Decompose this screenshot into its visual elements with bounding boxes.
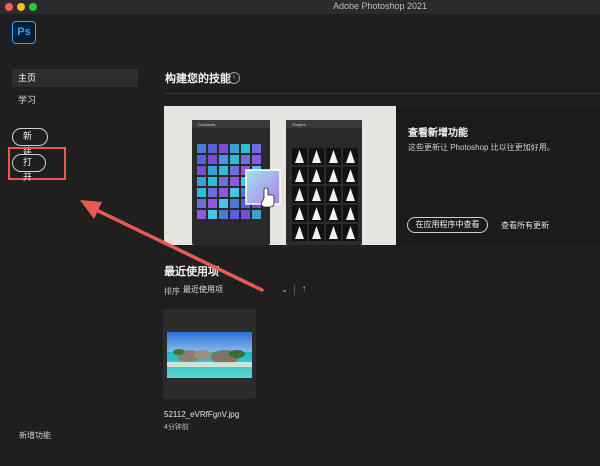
whats-new-card: Gradients Shapes 查看新增功能 这些更新让 Photoshop … [164, 106, 600, 245]
window-titlebar: Adobe Photoshop 2021 [0, 0, 600, 15]
gradients-panel-title: Gradients [198, 122, 215, 127]
sidebar-item-learn[interactable]: 学习 [12, 91, 138, 109]
whats-new-heading: 查看新增功能 [408, 128, 468, 139]
whats-new-link[interactable]: 新增功能 [19, 430, 51, 441]
feature-preview-image: Gradients Shapes [164, 106, 396, 245]
beach-image-thumbnail [167, 332, 252, 378]
whats-new-description: 这些更新让 Photoshop 比以往更加好用。 [408, 143, 555, 152]
sort-ascending-icon[interactable]: ↑ [302, 284, 306, 293]
info-icon[interactable]: i [228, 72, 240, 84]
feature-preview-illustration: Gradients Shapes [164, 106, 396, 245]
window-title: Adobe Photoshop 2021 [332, 1, 428, 11]
sort-dropdown[interactable]: 最近使用项 ⌄ [183, 284, 288, 296]
shapes-panel-title: Shapes [292, 122, 306, 127]
sort-divider [294, 285, 295, 295]
sort-value: 最近使用项 [183, 285, 223, 294]
recent-file-time: 4分钟前 [164, 424, 189, 431]
recent-title: 最近使用项 [164, 266, 219, 278]
sidebar: 主页 学习 新建 打开 新增功能 [0, 50, 150, 466]
recent-file-thumbnail[interactable] [163, 309, 256, 399]
feature-card-text: 查看新增功能 这些更新让 Photoshop 比以往更加好用。 在应用程序中查看… [396, 106, 600, 245]
open-button[interactable]: 打开 [12, 154, 46, 182]
view-all-updates-link[interactable]: 查看所有更新 [501, 220, 549, 231]
sidebar-item-home[interactable]: 主页 [12, 69, 138, 87]
app-header: Ps [0, 14, 600, 50]
section-divider [165, 93, 600, 94]
new-button[interactable]: 新建 [12, 128, 48, 156]
sort-label: 排序 [164, 287, 180, 296]
view-in-app-button[interactable]: 在应用程序中查看 [407, 217, 488, 233]
chevron-down-icon: ⌄ [281, 285, 288, 294]
photoshop-logo[interactable]: Ps [12, 21, 36, 44]
skills-title: 构建您的技能 [165, 73, 231, 85]
recent-file-name[interactable]: 52112_eVRfFgnV.jpg [164, 410, 239, 419]
